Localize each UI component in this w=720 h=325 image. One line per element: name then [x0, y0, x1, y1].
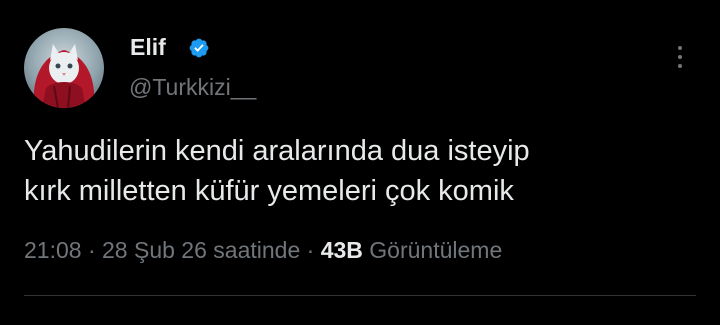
avatar[interactable] [24, 28, 104, 108]
cat-avatar-icon [33, 44, 95, 108]
more-dot [678, 46, 682, 50]
verified-badge-icon[interactable] [188, 37, 210, 59]
tweet-date[interactable]: 28 Şub 26 saatinde [102, 237, 300, 263]
more-options-icon[interactable] [672, 46, 688, 76]
views-label: Görüntüleme [369, 237, 503, 263]
tweet-time[interactable]: 21:08 [24, 237, 82, 263]
more-dot [678, 55, 682, 59]
tweet-text: Yahudilerin kendi aralarında dua isteyip… [24, 131, 694, 211]
more-dot [678, 64, 682, 68]
user-handle[interactable]: @Turkkizi__ [129, 73, 256, 101]
tweet-card: Elif @Turkkizi__ Yahudilerin kendi arala… [0, 0, 720, 325]
display-name[interactable]: Elif [130, 33, 166, 61]
tweet-text-line: kırk milletten küfür yemeleri çok komik [24, 175, 514, 207]
tweet-meta: 21:08 · 28 Şub 26 saatinde · 43B Görüntü… [24, 234, 502, 266]
meta-separator: · [87, 237, 96, 263]
tweet-text-line: Yahudilerin kendi aralarında dua isteyip [24, 135, 530, 167]
divider [24, 295, 696, 296]
views-count: 43B [320, 237, 363, 263]
meta-separator: · [306, 237, 315, 263]
